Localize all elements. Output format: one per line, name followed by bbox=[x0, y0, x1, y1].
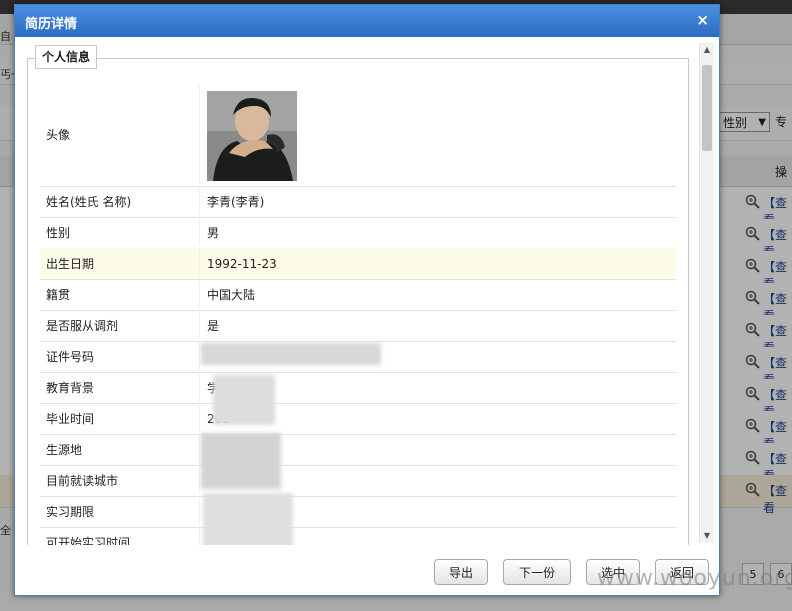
row-divider bbox=[199, 467, 200, 494]
field-row-education: 教育背景 学 bbox=[40, 372, 676, 404]
row-divider bbox=[199, 188, 200, 215]
dialog-scrollbar[interactable]: ▲ ▼ bbox=[699, 43, 714, 543]
field-row-graduation: 毕业时间 201 bbox=[40, 403, 676, 435]
field-label: 生源地 bbox=[46, 443, 83, 457]
field-row-gender: 性别 男 bbox=[40, 217, 676, 249]
field-row-avatar: 头像 bbox=[40, 83, 676, 187]
field-row-source: 生源地 bbox=[40, 434, 676, 466]
field-label: 可开始实习时间 bbox=[46, 536, 131, 545]
field-label: 教育背景 bbox=[46, 381, 95, 395]
field-label: 毕业时间 bbox=[46, 412, 95, 426]
field-row-name: 姓名(姓氏 名称) 李青(李青) bbox=[40, 186, 676, 218]
dialog-title-bar: 简历详情 × bbox=[15, 5, 719, 37]
row-divider bbox=[199, 436, 200, 463]
scroll-up-arrow-icon[interactable]: ▲ bbox=[700, 43, 714, 57]
row-divider bbox=[199, 405, 200, 432]
scroll-thumb[interactable] bbox=[702, 65, 712, 151]
redaction-blur bbox=[201, 433, 281, 489]
row-divider bbox=[199, 281, 200, 308]
row-divider bbox=[199, 250, 200, 277]
row-divider bbox=[199, 498, 200, 525]
watermark: www.wooyun.org bbox=[597, 566, 792, 591]
field-value: 李青(李青) bbox=[207, 195, 265, 209]
field-value: 中国大陆 bbox=[207, 288, 256, 302]
redaction-blur bbox=[203, 493, 293, 545]
dialog-body: 个人信息 头像 姓名(姓氏 名称) 李青(李青) 性别 男 出生日期 1992-… bbox=[15, 37, 719, 545]
field-row-birthdate: 出生日期 1992-11-23 bbox=[40, 248, 676, 280]
field-row-start-date: 可开始实习时间 bbox=[40, 527, 676, 545]
redaction-blur bbox=[213, 375, 275, 425]
field-value: 是 bbox=[207, 319, 220, 333]
avatar-photo bbox=[207, 91, 297, 181]
next-resume-button[interactable]: 下一份 bbox=[503, 559, 571, 585]
row-divider bbox=[199, 374, 200, 401]
resume-detail-dialog: 简历详情 × 个人信息 头像 姓名(姓氏 名称) 李青(李青) 性别 男 出生日… bbox=[14, 4, 720, 596]
row-divider bbox=[199, 219, 200, 246]
field-label: 姓名(姓氏 名称) bbox=[46, 195, 132, 209]
row-divider bbox=[199, 529, 200, 545]
field-label: 实习期限 bbox=[46, 505, 95, 519]
row-divider bbox=[199, 343, 200, 370]
export-button[interactable]: 导出 bbox=[434, 559, 488, 585]
field-label: 是否服从调剂 bbox=[46, 319, 119, 333]
field-value: 男 bbox=[207, 226, 220, 240]
dialog-title: 简历详情 bbox=[25, 17, 78, 32]
field-row-adjustment: 是否服从调剂 是 bbox=[40, 310, 676, 342]
field-label: 性别 bbox=[46, 226, 71, 240]
row-divider bbox=[199, 85, 200, 184]
close-icon[interactable]: × bbox=[696, 11, 709, 29]
field-label: 目前就读城市 bbox=[46, 474, 119, 488]
field-row-city: 目前就读城市 bbox=[40, 465, 676, 497]
row-divider bbox=[199, 312, 200, 339]
section-legend: 个人信息 bbox=[35, 45, 98, 69]
field-value: 1992-11-23 bbox=[207, 256, 277, 271]
scroll-down-arrow-icon[interactable]: ▼ bbox=[700, 529, 714, 543]
field-label: 出生日期 bbox=[46, 257, 95, 271]
redaction-blur bbox=[201, 343, 381, 365]
field-row-internship-period: 实习期限 bbox=[40, 496, 676, 528]
field-label: 证件号码 bbox=[46, 350, 95, 364]
field-row-origin: 籍贯 中国大陆 bbox=[40, 279, 676, 311]
field-label: 头像 bbox=[46, 128, 71, 142]
field-label: 籍贯 bbox=[46, 288, 71, 302]
